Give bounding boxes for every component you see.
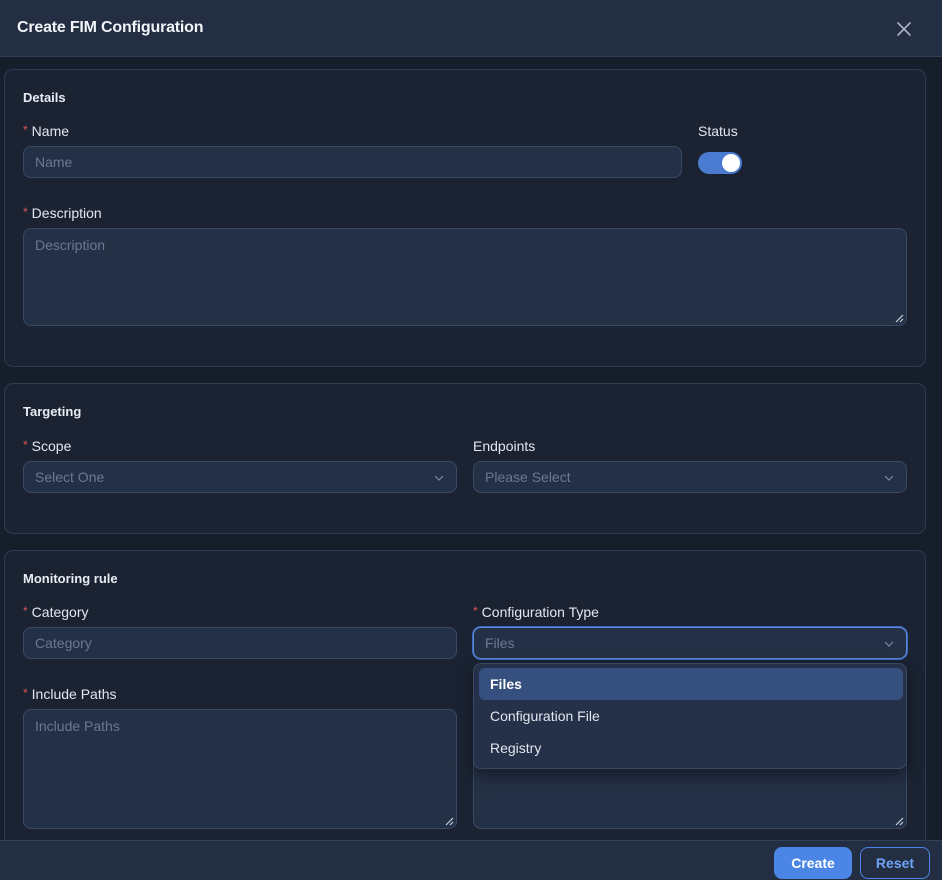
scope-select[interactable]: Select One xyxy=(23,461,457,493)
include-paths-textarea[interactable] xyxy=(23,709,457,829)
include-paths-wrapper xyxy=(23,709,457,829)
dialog-title: Create FIM Configuration xyxy=(17,19,204,36)
include-paths-label: * Include Paths xyxy=(23,686,117,702)
status-label: Status xyxy=(698,123,738,139)
status-toggle[interactable] xyxy=(698,152,742,174)
config-type-value: Files xyxy=(485,635,515,651)
dropdown-option-files[interactable]: Files xyxy=(479,668,903,700)
required-asterisk: * xyxy=(473,604,478,618)
endpoints-select-placeholder: Please Select xyxy=(485,469,571,485)
chevron-down-icon xyxy=(884,641,894,647)
required-asterisk: * xyxy=(23,438,28,452)
chevron-down-icon xyxy=(434,475,444,481)
description-wrapper xyxy=(23,228,907,326)
scope-label: * Scope xyxy=(23,438,72,454)
close-button[interactable] xyxy=(892,17,916,41)
dialog-body[interactable]: Details *Name Status *Description Target… xyxy=(0,57,942,840)
dropdown-option-registry[interactable]: Registry xyxy=(479,732,903,764)
config-type-select[interactable]: Files xyxy=(473,627,907,659)
targeting-card: Targeting * Scope Select One Endpoints Pl… xyxy=(4,383,926,534)
required-asterisk: * xyxy=(23,686,28,700)
required-asterisk: * xyxy=(23,604,28,618)
reset-button[interactable]: Reset xyxy=(860,847,930,879)
create-fim-dialog: Create FIM Configuration Details *Name S… xyxy=(0,0,942,880)
dialog-footer: Create Reset xyxy=(0,840,942,880)
scope-select-placeholder: Select One xyxy=(35,469,105,485)
details-title: Details xyxy=(23,90,66,105)
targeting-title: Targeting xyxy=(23,404,82,419)
create-button[interactable]: Create xyxy=(774,847,852,879)
dialog-header: Create FIM Configuration xyxy=(0,0,942,57)
dropdown-option-configuration-file[interactable]: Configuration File xyxy=(479,700,903,732)
chevron-down-icon xyxy=(884,475,894,481)
config-type-dropdown: Files Configuration File Registry xyxy=(473,663,907,769)
resize-grip-icon[interactable] xyxy=(444,816,454,826)
endpoints-select[interactable]: Please Select xyxy=(473,461,907,493)
close-icon xyxy=(897,22,911,36)
resize-grip-icon[interactable] xyxy=(894,816,904,826)
description-label: * Description xyxy=(23,205,102,221)
required-asterisk: * xyxy=(23,123,28,137)
name-input[interactable] xyxy=(23,146,682,178)
resize-grip-icon[interactable] xyxy=(894,313,904,323)
category-label: * Category xyxy=(23,604,89,620)
name-label: * Name xyxy=(23,123,70,139)
details-card: Details *Name Status *Description xyxy=(4,69,926,367)
toggle-knob xyxy=(722,154,740,172)
monitoring-title: Monitoring rule xyxy=(23,571,118,586)
category-input[interactable] xyxy=(23,627,457,659)
endpoints-label: Endpoints xyxy=(473,438,536,454)
config-type-label: * Configuration Type xyxy=(473,604,599,620)
required-asterisk: * xyxy=(23,205,28,219)
description-textarea[interactable] xyxy=(23,228,907,326)
